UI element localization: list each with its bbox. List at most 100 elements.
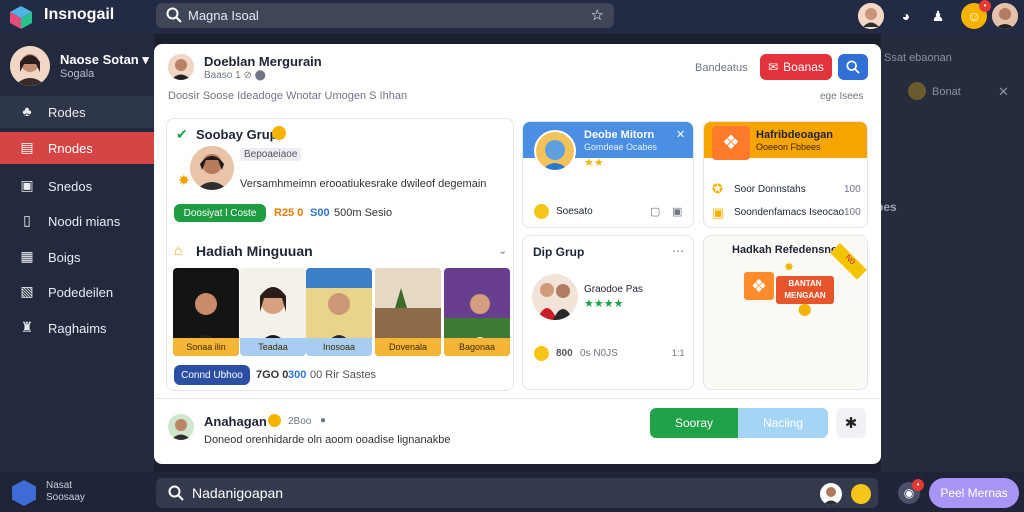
- photo-card[interactable]: Dovenala: [375, 268, 441, 356]
- coin-icon: [534, 346, 549, 361]
- right-panel-title: Ssat ebaonan: [884, 52, 952, 64]
- promo2-sub: Ooeeon Fbbees: [756, 142, 821, 152]
- bottom-search-value: Nadanigoapan: [192, 485, 284, 501]
- notification-icon[interactable]: ☺ •: [961, 0, 991, 29]
- emoji-icon: [268, 414, 281, 427]
- bottom-user: Nasat Soosaay: [46, 480, 85, 503]
- gift-box-icon: ❖: [744, 272, 774, 300]
- bottom-name: Anahagan: [204, 414, 267, 429]
- photo-card[interactable]: Teadaa: [240, 268, 306, 356]
- promo2-title: Hafribdeoagan: [756, 129, 834, 141]
- info-icon: ●: [320, 415, 327, 426]
- check-icon: ✔: [176, 126, 188, 142]
- weekly-count-2: 300: [288, 369, 307, 381]
- promo-sub: Gomdeae Ocabes: [584, 142, 658, 152]
- header-description: Doosir Soose Ideadoge Wnotar Umogen S Ih…: [168, 90, 408, 102]
- photo-label: Inosoaa: [306, 338, 372, 356]
- bottom-search-input[interactable]: Nadanigoapan: [156, 478, 878, 508]
- sidebar-item-raghaims[interactable]: ♜ Raghaims: [0, 312, 154, 344]
- sidebar-item-label: Boigs: [48, 249, 81, 265]
- note-icon: ▧: [20, 283, 34, 299]
- document-icon: ▯: [23, 212, 31, 228]
- action-pill-button[interactable]: Peel Mernas: [929, 478, 1019, 508]
- close-icon[interactable]: ✕: [998, 84, 1009, 100]
- search-icon: [846, 60, 860, 74]
- bottom-time: 2Boo: [288, 416, 312, 427]
- profile-subtitle: Sogala: [60, 68, 95, 80]
- profile-name[interactable]: Naose Sotan ▾: [60, 52, 149, 68]
- coin-icon: [534, 204, 549, 219]
- coin-icon[interactable]: [851, 484, 871, 504]
- photo-card[interactable]: Bagonaa: [444, 268, 510, 356]
- sidebar-item-label: Raghaims: [48, 320, 107, 336]
- header-status: Bandeatus: [695, 62, 748, 74]
- dip-title: Dip Grup: [533, 245, 585, 259]
- profile-avatar[interactable]: [10, 46, 50, 86]
- bottom-description: Doneod orenhidarde oln aoom ooadise lign…: [204, 434, 451, 446]
- sidebar-item-label: Snedos: [48, 178, 93, 194]
- app-logo-icon: [10, 6, 32, 29]
- sidebar-item-podedeilen[interactable]: ▧ Podedeilen: [0, 276, 154, 308]
- lock-icon: ▣: [712, 205, 725, 220]
- header-action-label: Boanas: [783, 60, 824, 74]
- gift-title: Hadkah Refedensne: [732, 244, 838, 256]
- box-icon: ▦: [20, 248, 34, 264]
- chevron-down-icon[interactable]: ⌄: [498, 244, 507, 257]
- dip-count-3: 1:1: [672, 348, 685, 358]
- photo-label: Bagonaa: [444, 338, 510, 356]
- avatar[interactable]: [820, 483, 842, 505]
- star-icon: ✪: [712, 181, 723, 196]
- promo2-num-2: 100: [844, 207, 861, 218]
- briefcase-icon: ▣: [20, 177, 34, 193]
- image-icon[interactable]: ▣: [672, 205, 682, 218]
- close-icon[interactable]: ✕: [676, 128, 685, 141]
- notification-icon[interactable]: ◉ •: [898, 479, 924, 504]
- group-description: Versamhmeimn erooatiukesrake dwileof deg…: [240, 178, 487, 190]
- group-join-button[interactable]: Doosiyat l Coste: [174, 204, 266, 222]
- photo-label: Dovenala: [375, 338, 441, 356]
- promo-title: Deobe Mitorn: [584, 129, 655, 141]
- header-search-button[interactable]: [838, 54, 868, 80]
- sidebar-item-boigs[interactable]: ▦ Boigs: [0, 241, 154, 273]
- promo2-num-1: 100: [844, 184, 861, 195]
- header-avatar[interactable]: [168, 54, 194, 80]
- mail-icon: ✉: [768, 60, 779, 74]
- plant-icon: ♣: [22, 103, 32, 119]
- settings-icon[interactable]: ✱: [836, 408, 866, 438]
- avatar[interactable]: [858, 3, 884, 29]
- group-avatar[interactable]: [190, 146, 234, 190]
- header-action-button[interactable]: ✉ Boanas: [760, 54, 832, 80]
- gift-board: BANTAN MENGAAN: [776, 276, 834, 304]
- photo-card[interactable]: Sonaa ilin: [173, 268, 239, 356]
- square-icon[interactable]: ▢: [650, 205, 660, 218]
- secondary-button[interactable]: Naciing: [738, 408, 828, 438]
- people-icon: ♜: [20, 319, 34, 335]
- emoji-icon: [272, 126, 286, 140]
- weekly-count-1: 7GO 0: [256, 369, 289, 381]
- header-link[interactable]: ege Isees: [820, 91, 863, 102]
- primary-button[interactable]: Sooray: [650, 408, 738, 438]
- sidebar-item-noodi[interactable]: ▯ Noodi mians: [0, 205, 154, 237]
- group-title: Soobay Grup: [196, 127, 278, 142]
- weekly-button[interactable]: Connd Ubhoo: [174, 365, 250, 385]
- more-icon[interactable]: ⋯: [672, 244, 684, 258]
- group-count-2: S00: [310, 207, 330, 219]
- star-icon[interactable]: ☆: [591, 6, 604, 24]
- promo-label: Soesato: [556, 206, 593, 217]
- chat-icon[interactable]: ◕: [893, 3, 919, 29]
- sidebar-item-rnodes[interactable]: ▤ Rnodes: [0, 132, 154, 164]
- bottom-avatar[interactable]: [168, 414, 194, 440]
- photo-card[interactable]: Inosoaa: [306, 268, 372, 356]
- dip-count-2: 0s N0JS: [580, 348, 618, 359]
- user-icon[interactable]: ♟: [925, 3, 951, 29]
- promo-avatar: [534, 130, 576, 172]
- avatar-user[interactable]: [992, 3, 1018, 29]
- weekly-count-3: 00 Rir Sastes: [310, 369, 377, 381]
- house-icon: ⌂: [174, 242, 183, 258]
- search-input[interactable]: Magna Isoal ☆: [156, 3, 614, 28]
- divider: [155, 398, 880, 399]
- sidebar-item-snedos[interactable]: ▣ Snedos: [0, 170, 154, 202]
- sidebar-item-rodes[interactable]: ♣ Rodes: [0, 96, 154, 128]
- group-count-1: R25 0: [274, 207, 304, 219]
- app-title: Insnogail: [44, 6, 115, 23]
